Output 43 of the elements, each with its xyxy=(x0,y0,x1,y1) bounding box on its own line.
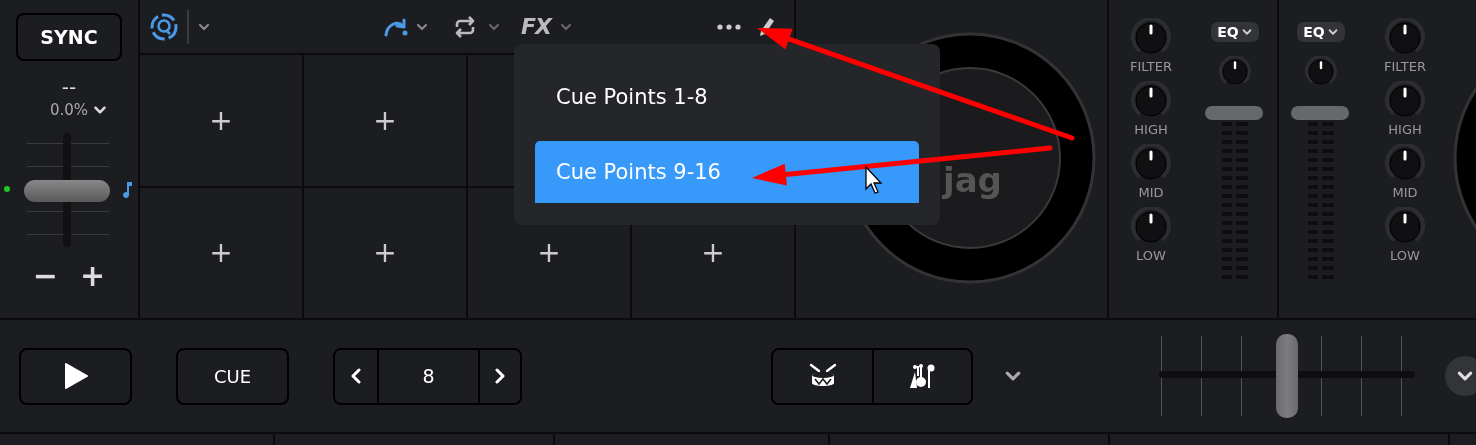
volume-fader-thumb[interactable] xyxy=(1205,106,1263,120)
play-icon xyxy=(62,362,89,390)
volume-fader-thumb[interactable] xyxy=(1291,106,1349,120)
more-icon[interactable] xyxy=(717,23,741,30)
drum-icon xyxy=(808,363,837,389)
fx-button[interactable]: FX xyxy=(521,14,551,39)
play-button[interactable] xyxy=(19,347,132,405)
instruments-button[interactable] xyxy=(872,349,971,403)
chevron-right-icon xyxy=(494,368,506,384)
pitch-value: 0.0% xyxy=(49,101,89,119)
knob-label: MID xyxy=(1392,185,1418,201)
quantize-icon[interactable] xyxy=(150,12,178,41)
redo-icon[interactable] xyxy=(383,16,409,37)
loop-icon[interactable] xyxy=(453,15,477,38)
knob-label: HIGH xyxy=(1388,122,1422,138)
knob-label: FILTER xyxy=(1130,59,1172,75)
knob-label: HIGH xyxy=(1134,122,1168,138)
music-note-icon[interactable] xyxy=(121,181,133,199)
cue-button[interactable]: CUE xyxy=(176,347,289,405)
knob-label: MID xyxy=(1138,185,1164,201)
minus-button[interactable]: − xyxy=(32,261,58,291)
pad-button[interactable]: + xyxy=(140,187,302,318)
pad-button[interactable]: + xyxy=(304,187,466,318)
eq-dropdown[interactable]: EQ xyxy=(1297,22,1345,42)
knob-label: FILTER xyxy=(1384,59,1426,75)
knob-label: LOW xyxy=(1390,248,1420,264)
plus-button[interactable]: + xyxy=(80,261,106,291)
pitch-slider-thumb[interactable] xyxy=(24,180,110,202)
status-dot xyxy=(4,186,10,192)
logo-text: jag xyxy=(943,160,1002,200)
crossfader-thumb[interactable] xyxy=(1276,334,1298,418)
cursor-icon xyxy=(865,165,883,194)
sync-button[interactable]: SYNC xyxy=(16,13,122,61)
eq-dropdown[interactable]: EQ xyxy=(1211,22,1259,42)
expand-button[interactable] xyxy=(1445,356,1476,396)
pad-button[interactable]: + xyxy=(304,55,466,186)
menu-item[interactable]: Cue Points 1-8 xyxy=(535,66,919,128)
bpm-value: -- xyxy=(61,75,77,99)
knob-label: LOW xyxy=(1136,248,1166,264)
pad-button[interactable]: + xyxy=(140,55,302,186)
crossfader[interactable] xyxy=(1159,334,1415,418)
chevron-left-icon xyxy=(350,368,362,384)
next-button[interactable] xyxy=(478,349,520,403)
